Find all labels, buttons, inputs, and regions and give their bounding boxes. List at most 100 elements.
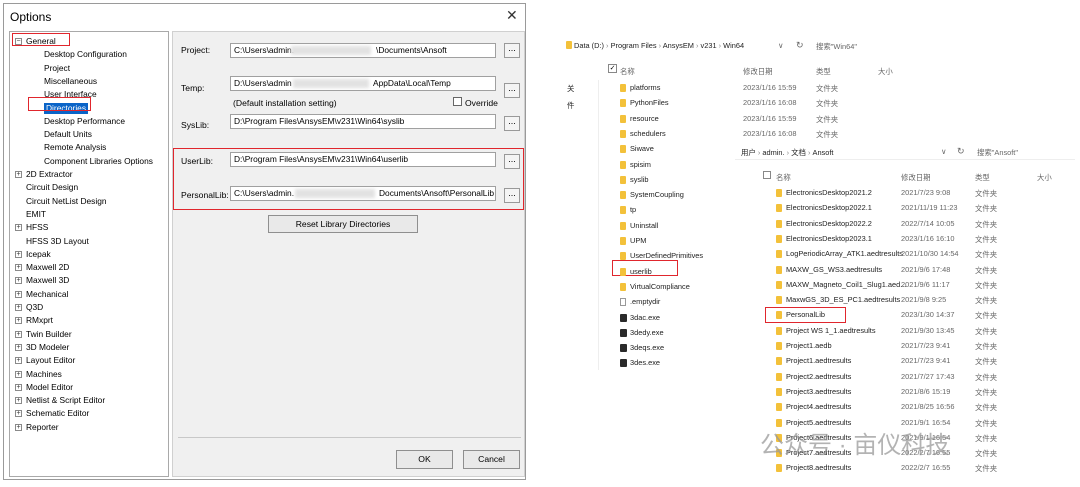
tree-item[interactable]: Circuit Design	[26, 182, 78, 193]
list-item[interactable]: platforms	[630, 83, 660, 92]
column-type[interactable]: 类型	[975, 172, 990, 183]
tree-item[interactable]: RMxprt	[26, 315, 53, 326]
tree-item[interactable]: Desktop Configuration	[44, 49, 127, 60]
list-item[interactable]: syslib	[630, 175, 648, 184]
refresh-icon[interactable]: ↻	[796, 40, 804, 51]
list-item[interactable]: userlib	[630, 267, 652, 276]
list-item[interactable]: resource	[630, 114, 659, 123]
expand-icon[interactable]: +	[15, 410, 22, 418]
tree-item[interactable]: Twin Builder	[26, 329, 72, 340]
expand-icon[interactable]: +	[15, 370, 22, 378]
list-item[interactable]: MAXW_Magneto_Coil1_Slug1.aed...	[786, 280, 906, 289]
override-checkbox[interactable]	[453, 97, 462, 106]
tree-item[interactable]: EMIT	[26, 209, 46, 220]
expand-icon[interactable]: +	[15, 264, 22, 272]
expand-icon[interactable]: +	[15, 383, 22, 391]
expand-icon[interactable]: +	[15, 277, 22, 285]
list-item[interactable]: PythonFiles	[630, 98, 669, 107]
tree-item[interactable]: 3D Modeler	[26, 342, 69, 353]
expand-icon[interactable]: +	[15, 290, 22, 298]
list-item[interactable]: ElectronicsDesktop2023.1	[786, 234, 872, 243]
list-item[interactable]: schedulers	[630, 129, 666, 138]
list-item[interactable]: UPM	[630, 236, 646, 245]
tree-item[interactable]: Desktop Performance	[44, 116, 125, 127]
expand-icon[interactable]: +	[15, 357, 22, 365]
column-type[interactable]: 类型	[816, 66, 831, 77]
list-item[interactable]: Uninstall	[630, 221, 658, 230]
tree-item[interactable]: Maxwell 3D	[26, 275, 69, 286]
list-item[interactable]: tp	[630, 205, 636, 214]
tree-item[interactable]: Layout Editor	[26, 355, 75, 366]
list-item[interactable]: Project3.aedtresults	[786, 387, 851, 396]
expand-icon[interactable]: +	[15, 304, 22, 311]
expand-icon[interactable]: +	[15, 250, 22, 258]
refresh-icon[interactable]: ↻	[957, 146, 965, 157]
list-item[interactable]: .emptydir	[630, 297, 660, 306]
list-item[interactable]: Project1.aedtresults	[786, 356, 851, 365]
search-ansoft[interactable]: 搜索"Ansoft"	[977, 147, 1018, 158]
tree-item[interactable]: 2D Extractor	[26, 169, 73, 180]
select-all-checkbox[interactable]: ✓	[608, 64, 617, 73]
cancel-button[interactable]: Cancel	[463, 450, 520, 469]
list-item[interactable]: ElectronicsDesktop2022.1	[786, 203, 872, 212]
list-item[interactable]: ElectronicsDesktop2022.2	[786, 219, 872, 228]
list-item[interactable]: Project8.aedtresults	[786, 463, 851, 472]
syslib-browse-button[interactable]: ...	[504, 116, 520, 131]
breadcrumb-item[interactable]: Ansoft	[813, 148, 834, 157]
breadcrumb-item[interactable]: v231	[701, 41, 717, 50]
breadcrumb-item[interactable]: Data (D:)	[574, 41, 604, 50]
breadcrumb-item[interactable]: 用户	[741, 148, 756, 157]
chevron-down-icon[interactable]: ∨	[941, 147, 946, 156]
list-item[interactable]: UserDefinedPrimitives	[630, 251, 703, 260]
breadcrumb-win64[interactable]: Data (D:) › Program Files › AnsysEM › v2…	[574, 41, 744, 50]
column-name[interactable]: 名称	[620, 66, 635, 77]
search-win64[interactable]: 搜索"Win64"	[816, 41, 857, 52]
tree-item[interactable]: Maxwell 2D	[26, 262, 69, 273]
list-item[interactable]: 3des.exe	[630, 358, 660, 367]
list-item[interactable]: 3dedy.exe	[630, 328, 664, 337]
breadcrumb-item[interactable]: Win64	[723, 41, 744, 50]
tree-item[interactable]: HFSS 3D Layout	[26, 236, 89, 247]
list-item[interactable]: MaxwGS_3D_ES_PC1.aedtresults	[786, 295, 900, 304]
breadcrumb-item[interactable]: Program Files	[611, 41, 657, 50]
list-item[interactable]: VirtualCompliance	[630, 282, 690, 291]
list-item[interactable]: Project4.aedtresults	[786, 402, 851, 411]
tree-item[interactable]: Default Units	[44, 129, 92, 140]
syslib-field[interactable]: D:\Program Files\AnsysEM\v231\Win64\sysl…	[230, 114, 496, 129]
column-date[interactable]: 修改日期	[743, 66, 773, 77]
ok-button[interactable]: OK	[396, 450, 453, 469]
list-item[interactable]: Project1.aedb	[786, 341, 832, 350]
tree-item[interactable]: HFSS	[26, 222, 48, 233]
scrollbar[interactable]	[598, 80, 599, 370]
tree-item[interactable]: Mechanical	[26, 289, 68, 300]
reset-library-directories-button[interactable]: Reset Library Directories	[268, 215, 418, 233]
expand-icon[interactable]: +	[15, 224, 22, 232]
tree-item[interactable]: Circuit NetList Design	[26, 196, 107, 207]
tree-item[interactable]: Reporter	[26, 422, 59, 433]
select-all-checkbox[interactable]	[763, 171, 771, 179]
list-item[interactable]: spisim	[630, 160, 651, 169]
tree-item[interactable]: Model Editor	[26, 382, 73, 393]
tree-item[interactable]: Component Libraries Options	[44, 156, 153, 167]
breadcrumb-ansoft[interactable]: 用户 › admin. › 文档 › Ansoft	[741, 147, 833, 158]
list-item[interactable]: LogPeriodicArray_ATK1.aedtresults	[786, 249, 903, 258]
list-item[interactable]: Project2.aedtresults	[786, 372, 851, 381]
breadcrumb-item[interactable]: 文档	[791, 148, 806, 157]
column-size[interactable]: 大小	[878, 66, 893, 77]
list-item[interactable]: PersonalLib	[786, 310, 825, 319]
list-item[interactable]: ElectronicsDesktop2021.2	[786, 188, 872, 197]
tree-item[interactable]: Project	[44, 63, 70, 74]
expand-icon[interactable]: +	[15, 171, 22, 178]
expand-icon[interactable]: +	[15, 397, 22, 405]
expand-icon[interactable]: +	[15, 317, 22, 325]
project-browse-button[interactable]: ...	[504, 43, 520, 58]
list-item[interactable]: Siwave	[630, 144, 654, 153]
list-item[interactable]: SystemCoupling	[630, 190, 684, 199]
tree-item[interactable]: Netlist & Script Editor	[26, 395, 105, 406]
temp-browse-button[interactable]: ...	[504, 83, 520, 98]
expand-icon[interactable]: +	[15, 423, 22, 431]
list-item[interactable]: 3dac.exe	[630, 313, 660, 322]
tree-item[interactable]: Schematic Editor	[26, 408, 89, 419]
close-icon[interactable]: ✕	[506, 7, 518, 24]
list-item[interactable]: MAXW_GS_WS3.aedtresults	[786, 265, 882, 274]
